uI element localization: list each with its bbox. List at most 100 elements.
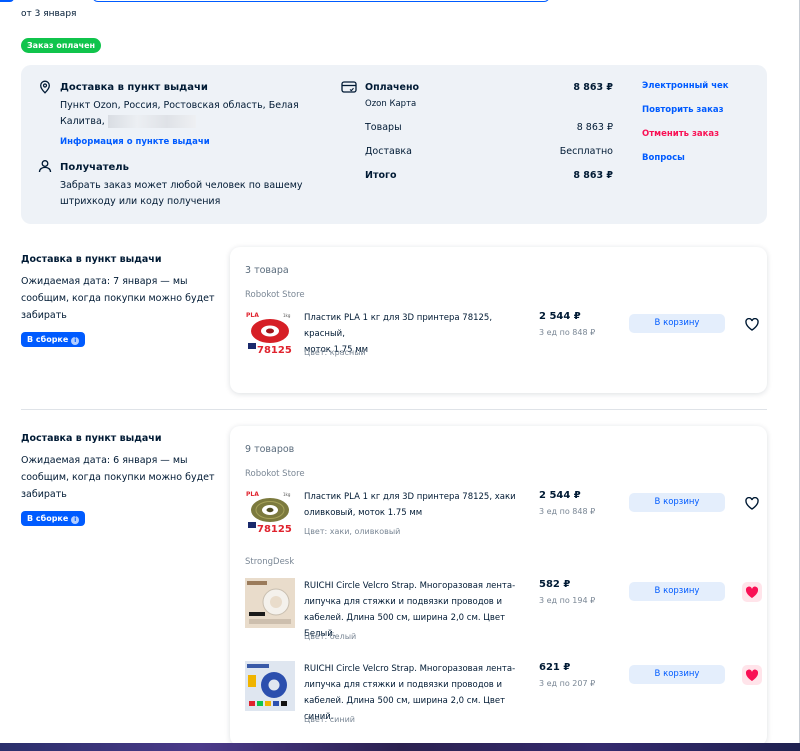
receipt-link[interactable]: Электронный чек <box>642 81 729 91</box>
shipment-2-card: 9 товаров Robokot Store PLA 1kg 78125 Пл… <box>230 426 767 746</box>
velcro-white-thumbnail[interactable] <box>245 578 295 628</box>
recipient-text-line1: Забрать заказ может любой человек по ваш… <box>60 180 303 191</box>
product-price: 2 544 ₽ <box>539 311 581 322</box>
product-item: RUICHI Circle Velcro Strap. Многоразовая… <box>245 661 762 731</box>
filament-khaki-thumbnail[interactable]: PLA 1kg 78125 <box>245 489 295 539</box>
product-title-line2: оливковый, моток 1.75 мм <box>304 508 423 518</box>
shipment-1-title: Доставка в пункт выдачи <box>21 254 162 265</box>
delivery-cost-row: Доставка Бесплатно <box>365 146 613 157</box>
velcro-blue-thumbnail[interactable] <box>245 661 295 711</box>
product-item: PLA 1kg 78125 Пластик PLA 1 кг для 3D пр… <box>245 489 762 549</box>
info-icon: i <box>71 337 80 345</box>
product-color: Цвет: синий <box>304 715 355 724</box>
shipment-2-title: Доставка в пункт выдачи <box>21 433 162 444</box>
favorite-button[interactable] <box>742 314 762 334</box>
goods-label: Товары <box>365 122 402 133</box>
product-title-line1: Пластик PLA 1 кг для 3D принтера 78125, … <box>304 313 493 339</box>
heart-outline-icon <box>745 496 759 510</box>
delivery-address-line1: Пункт Ozon, Россия, Ростовская область, … <box>60 100 299 111</box>
order-date: от 3 января <box>21 9 77 19</box>
shipment-2-status-badge[interactable]: В сборке i <box>21 511 86 526</box>
shipment-2-text-line3: забирать <box>21 489 67 500</box>
location-pin-icon <box>40 80 50 94</box>
product-unit-price: 3 ед по 194 ₽ <box>539 596 596 605</box>
info-icon: i <box>71 516 80 524</box>
add-to-cart-button[interactable]: В корзину <box>629 493 725 512</box>
shipment-1-card: 3 товара Robokot Store PLA 1kg 78125 Пла… <box>230 247 767 393</box>
favorite-button[interactable] <box>742 582 762 602</box>
product-color: Цвет: хаки, оливковый <box>304 527 401 536</box>
thumb-weight: 1kg <box>283 492 291 497</box>
delivery-address-text: Калитва, <box>60 116 105 127</box>
favorite-button[interactable] <box>742 665 762 685</box>
product-title-line1: RUICHI Circle Velcro Strap. Многоразовая… <box>304 581 516 591</box>
delivery-title: Доставка в пункт выдачи <box>60 82 208 93</box>
product-title-line2: липучка для стяжки и подвязки проводов и <box>304 680 503 690</box>
shipment-2-store-2[interactable]: StrongDesk <box>245 557 294 567</box>
shipment-1-count: 3 товара <box>245 265 289 276</box>
product-title-line2: липучка для стяжки и подвязки проводов и <box>304 597 503 607</box>
product-color: Цвет: белый <box>304 632 357 641</box>
shipment-2-info: Доставка в пункт выдачи Ожидаемая дата: … <box>21 433 221 526</box>
shipment-2-count: 9 товаров <box>245 444 295 455</box>
recipient-text-line2: штрихкоду или коду получения <box>60 196 221 207</box>
goods-value: 8 863 ₽ <box>576 122 613 133</box>
product-price: 2 544 ₽ <box>539 490 581 501</box>
recipient-title: Получатель <box>60 162 129 173</box>
payment-amount: 8 863 ₽ <box>573 82 613 93</box>
delivery-cost-label: Доставка <box>365 146 412 157</box>
shipment-1-store[interactable]: Robokot Store <box>245 290 305 300</box>
delivery-address-line2: Калитва, <box>60 114 196 130</box>
add-to-cart-button[interactable]: В корзину <box>629 665 725 684</box>
redacted-address <box>107 115 196 128</box>
thumb-code: 78125 <box>257 345 292 356</box>
product-unit-price: 3 ед по 848 ₽ <box>539 328 596 337</box>
questions-link[interactable]: Вопросы <box>642 153 685 163</box>
thumb-code: 78125 <box>257 524 292 535</box>
shipment-2-store-1[interactable]: Robokot Store <box>245 469 305 479</box>
heart-outline-icon <box>745 317 759 331</box>
shipment-1-text-line3: забирать <box>21 310 67 321</box>
cancel-order-link[interactable]: Отменить заказ <box>642 129 719 139</box>
product-item: PLA 1kg 78125 Пластик PLA 1 кг для 3D пр… <box>245 310 762 370</box>
product-item: RUICHI Circle Velcro Strap. Многоразовая… <box>245 578 762 648</box>
product-unit-price: 3 ед по 207 ₽ <box>539 679 596 688</box>
filament-red-thumbnail[interactable]: PLA 1kg 78125 <box>245 310 295 360</box>
product-unit-price: 3 ед по 848 ₽ <box>539 507 596 516</box>
shipment-1-badge-label: В сборке <box>27 335 69 344</box>
shipment-1-status-badge[interactable]: В сборке i <box>21 332 86 347</box>
thumb-label: PLA <box>246 491 259 498</box>
total-value: 8 863 ₽ <box>573 170 613 181</box>
delivery-cost-value: Бесплатно <box>559 146 613 157</box>
payment-method: Ozon Карта <box>365 99 417 109</box>
shipment-1-text-line1: Ожидаемая дата: 7 января — мы <box>21 276 188 287</box>
product-title-line1: Пластик PLA 1 кг для 3D принтера 78125, … <box>304 492 516 502</box>
shipment-1-text-line2: сообщим, когда покупки можно будет <box>21 293 215 304</box>
thumb-label: PLA <box>246 312 259 319</box>
favorite-button[interactable] <box>742 493 762 513</box>
order-status-badge: Заказ оплачен <box>21 38 102 53</box>
add-to-cart-button[interactable]: В корзину <box>629 582 725 601</box>
taskbar-strip <box>0 743 800 751</box>
shipment-1-info: Доставка в пункт выдачи Ожидаемая дата: … <box>21 254 221 347</box>
product-color: Цвет: красный <box>304 348 366 357</box>
shipments-divider <box>21 409 767 410</box>
repeat-order-link[interactable]: Повторить заказ <box>642 105 724 115</box>
goods-row: Товары 8 863 ₽ <box>365 122 613 133</box>
payment-status-row: Оплачено 8 863 ₽ <box>365 82 613 93</box>
payment-status: Оплачено <box>365 82 420 93</box>
product-price: 582 ₽ <box>539 579 571 590</box>
total-row: Итого 8 863 ₽ <box>365 170 613 181</box>
pickup-info-link[interactable]: Информация о пункте выдачи <box>60 137 210 147</box>
product-title[interactable]: Пластик PLA 1 кг для 3D принтера 78125, … <box>304 489 529 521</box>
total-label: Итого <box>365 170 397 181</box>
product-price: 621 ₽ <box>539 662 571 673</box>
heart-filled-icon <box>745 586 759 598</box>
shipment-2-text-line2: сообщим, когда покупки можно будет <box>21 472 215 483</box>
search-field-edge[interactable] <box>92 0 550 2</box>
thumb-weight: 1kg <box>283 313 291 318</box>
add-to-cart-button[interactable]: В корзину <box>629 314 725 333</box>
product-title-line1: RUICHI Circle Velcro Strap. Многоразовая… <box>304 664 516 674</box>
card-payment-icon <box>341 81 357 93</box>
back-button-edge[interactable] <box>0 0 14 2</box>
